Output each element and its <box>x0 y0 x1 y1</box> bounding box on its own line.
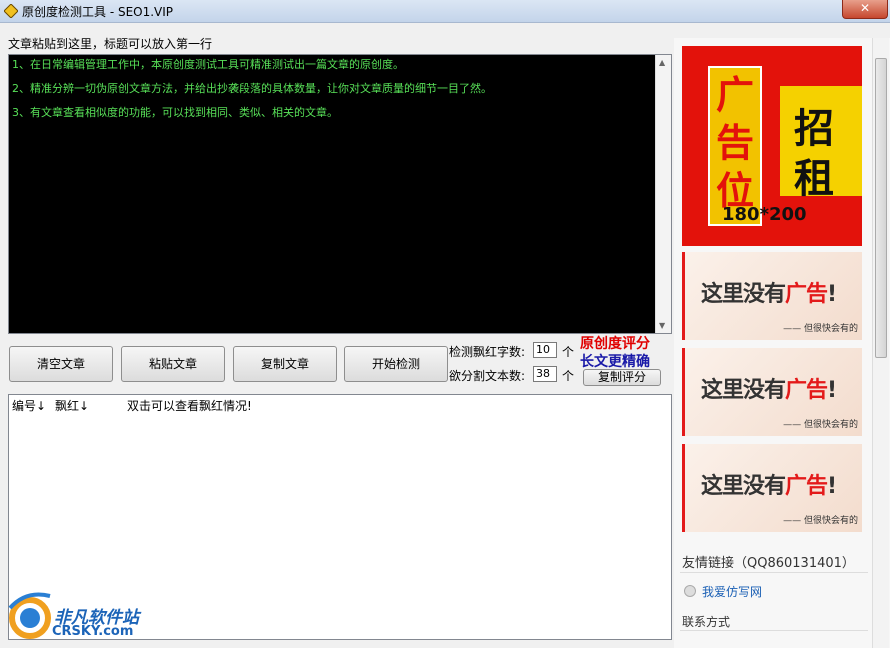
scroll-up-icon[interactable]: ▲ <box>659 58 665 67</box>
editor-line: 3、有文章查看相似度的功能，可以找到相同、类似、相关的文章。 <box>12 106 338 119</box>
ad-subline: —— 但很快会有的 <box>783 516 858 526</box>
editor-scrollbar[interactable]: ▲ ▼ <box>655 55 671 333</box>
paste-hint-label: 文章粘贴到这里，标题可以放入第一行 <box>8 37 213 51</box>
divider <box>680 630 868 631</box>
friend-links-heading: 友情链接（QQ860131401） <box>682 556 855 571</box>
ad-headline-red: 广告 <box>785 474 828 499</box>
paste-article-button[interactable]: 粘贴文章 <box>121 346 225 382</box>
ad-headline: 这里没有广告! <box>701 468 837 500</box>
scroll-down-icon[interactable]: ▼ <box>659 321 665 330</box>
ad-headline-main: 这里没有 <box>701 282 786 307</box>
ad-headline-mark: ! <box>827 282 837 307</box>
app-icon <box>4 4 18 18</box>
window-title: 原创度检测工具 - SEO1.VIP <box>22 5 174 19</box>
watermark-url: CRSKY.com <box>52 624 134 639</box>
sidebar-scrollbar[interactable] <box>872 38 889 648</box>
ad-subline: —— 但很快会有的 <box>783 420 858 430</box>
ad-headline-main: 这里没有 <box>701 378 786 403</box>
watermark-logo-icon <box>8 592 51 639</box>
column-header-number[interactable]: 编号↓ <box>12 397 46 414</box>
ad-char: 告 <box>716 120 755 165</box>
close-button[interactable]: ✕ <box>842 0 888 19</box>
split-count-unit: 个 <box>562 369 575 383</box>
editor-line: 1、在日常编辑管理工作中，本原创度测试工具可精准测试出一篇文章的原创度。 <box>12 58 404 71</box>
ad-headline-main: 这里没有 <box>701 474 786 499</box>
contact-heading: 联系方式 <box>682 615 731 629</box>
clear-article-button[interactable]: 清空文章 <box>9 346 113 382</box>
red-count-unit: 个 <box>562 345 575 359</box>
red-count-label: 检测飘红字数: <box>449 345 526 359</box>
originality-score-subtitle: 长文更精确 <box>580 354 650 370</box>
ad-headline-mark: ! <box>827 474 837 499</box>
article-editor[interactable]: 1、在日常编辑管理工作中，本原创度测试工具可精准测试出一篇文章的原创度。 2、精… <box>8 54 672 334</box>
ad-banner-main[interactable]: 广 告 位 招 租 180*200 <box>682 46 862 246</box>
ad-headline-red: 广告 <box>785 282 828 307</box>
split-count-label: 欲分割文本数: <box>449 369 526 383</box>
link-bullet-icon <box>684 585 696 597</box>
ad-banner-small[interactable]: 这里没有广告! —— 但很快会有的 <box>682 348 862 436</box>
ad-char: 广 <box>716 72 755 117</box>
ad-headline-red: 广告 <box>785 378 828 403</box>
divider <box>680 572 868 573</box>
ad-headline: 这里没有广告! <box>701 372 837 404</box>
copy-article-button[interactable]: 复制文章 <box>233 346 337 382</box>
split-count-input[interactable]: 38 <box>533 366 557 382</box>
ad-headline: 这里没有广告! <box>701 276 837 308</box>
results-hint: 双击可以查看飘红情况! <box>127 399 252 413</box>
copy-score-button[interactable]: 复制评分 <box>583 369 661 386</box>
ad-banner-small[interactable]: 这里没有广告! —— 但很快会有的 <box>682 252 862 340</box>
red-count-input[interactable]: 10 <box>533 342 557 358</box>
ad-size-label: 180*200 <box>722 204 807 225</box>
start-check-button[interactable]: 开始检测 <box>344 346 448 382</box>
originality-score-title: 原创度评分 <box>580 336 650 352</box>
ad-headline-mark: ! <box>827 378 837 403</box>
column-header-red[interactable]: 飘红↓ <box>55 397 89 414</box>
ad-banner-small[interactable]: 这里没有广告! —— 但很快会有的 <box>682 444 862 532</box>
editor-line: 2、精准分辨一切伪原创文章方法，并给出抄袭段落的具体数量，让你对文章质量的细节一… <box>12 82 492 95</box>
friend-link[interactable]: 我爱仿写网 <box>702 583 762 600</box>
ad-char: 租 <box>794 155 834 202</box>
ad-subline: —— 但很快会有的 <box>783 324 858 334</box>
scroll-thumb[interactable] <box>875 58 887 358</box>
